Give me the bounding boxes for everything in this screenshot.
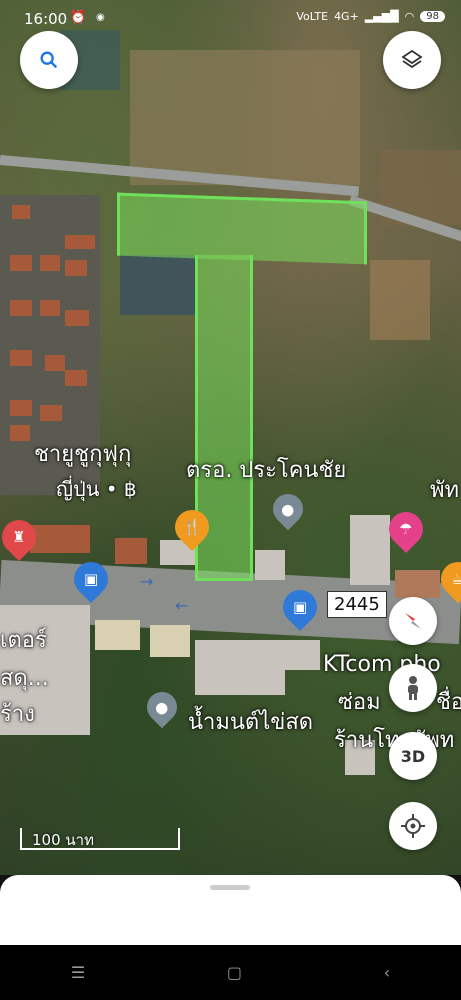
place-pin[interactable]: ● [266,487,310,531]
building [95,620,140,650]
search-icon [40,51,58,69]
recents-button[interactable]: ☰ [71,963,85,982]
place-label-police[interactable]: ตรอ. ประโคนชัย [186,452,346,487]
place-label-right-edge[interactable]: พัท [430,472,459,507]
sheet-drag-handle[interactable] [210,885,250,890]
building [395,570,440,598]
pond-2 [120,255,195,315]
direction-arrow: → [140,572,154,591]
roof [65,260,87,276]
dot-icon: ● [281,500,295,518]
place-label-left-store-3[interactable]: ร้าง [0,696,35,731]
field-area [130,50,360,185]
volte-icon: VoLTE [296,10,329,23]
signal-icon: ▂▄▆█ [364,10,399,23]
roof [65,310,89,326]
street-view-button[interactable] [389,664,437,712]
place-label-left-store-2[interactable]: สดุ... [0,660,49,695]
search-button[interactable] [20,31,78,89]
roof [45,355,65,371]
place-label-shabu[interactable]: ชายูชูกุฟุกุ [34,436,131,471]
umbrella-icon: ☂ [399,520,413,539]
wifi-icon: ◠ [404,10,415,23]
roof [10,400,32,416]
map-scale: 100 นาท [20,828,180,850]
roof [30,525,90,553]
roof [40,405,62,421]
roof [115,538,147,564]
roof [10,255,32,271]
network-type-icon: 4G+ [334,10,359,23]
alarm-icon: ⏰ [70,10,87,25]
back-button[interactable]: ‹ [384,963,390,982]
layers-icon [401,49,423,69]
building [255,550,285,580]
shopping-bag-icon: ▣ [292,598,308,616]
place-label-shabu-sub[interactable]: ญี่ปุ่น • ฿ [56,473,137,505]
pegman-icon [408,676,418,700]
roof [12,205,30,219]
battery-indicator: 98 [420,11,445,22]
building [150,625,190,657]
building [350,515,390,585]
home-button[interactable]: ▢ [227,963,242,982]
place-pin-2[interactable]: ● [140,685,184,729]
compass-button[interactable] [389,597,437,645]
place-label-water[interactable]: น้ำมนต์ไข่สด [188,704,313,739]
my-location-button[interactable] [389,802,437,850]
compass-icon [405,613,421,629]
direction-arrow: ← [175,596,189,615]
roof [10,300,32,316]
roof [40,255,60,271]
shopping-bag-icon: ▣ [83,570,99,588]
clock: 16:00 [24,10,68,28]
roof [65,370,87,386]
notification-dot-icon: ◉ [96,12,105,23]
roof [40,300,60,316]
building [195,640,285,695]
route-shield: 2445 [327,591,387,618]
layers-button[interactable] [383,31,441,89]
status-bar: 16:00 ⏰ ◉ VoLTE 4G+ ▂▄▆█ ◠ 98 [0,0,461,38]
place-label-repair-2[interactable]: ชื่อ [436,684,461,719]
bottom-sheet[interactable] [0,875,461,945]
food-icon: ☕ [451,570,461,589]
place-label-left-store[interactable]: เตอร์ [0,622,47,657]
land-parcel-top[interactable] [117,192,367,265]
3d-button[interactable]: 3D [389,732,437,780]
roof [10,425,30,441]
chef-hat-icon: ♜ [12,528,26,547]
building [285,640,320,670]
place-label-repair[interactable]: ซ่อม [338,684,381,719]
roof [65,235,95,249]
dot-icon: ● [155,698,169,716]
system-nav-bar: ☰ ▢ ‹ [0,945,461,1000]
my-location-icon [401,814,425,838]
fork-knife-icon: 🍴 [182,518,202,536]
dirt-lot [370,260,430,340]
roof [10,350,32,366]
